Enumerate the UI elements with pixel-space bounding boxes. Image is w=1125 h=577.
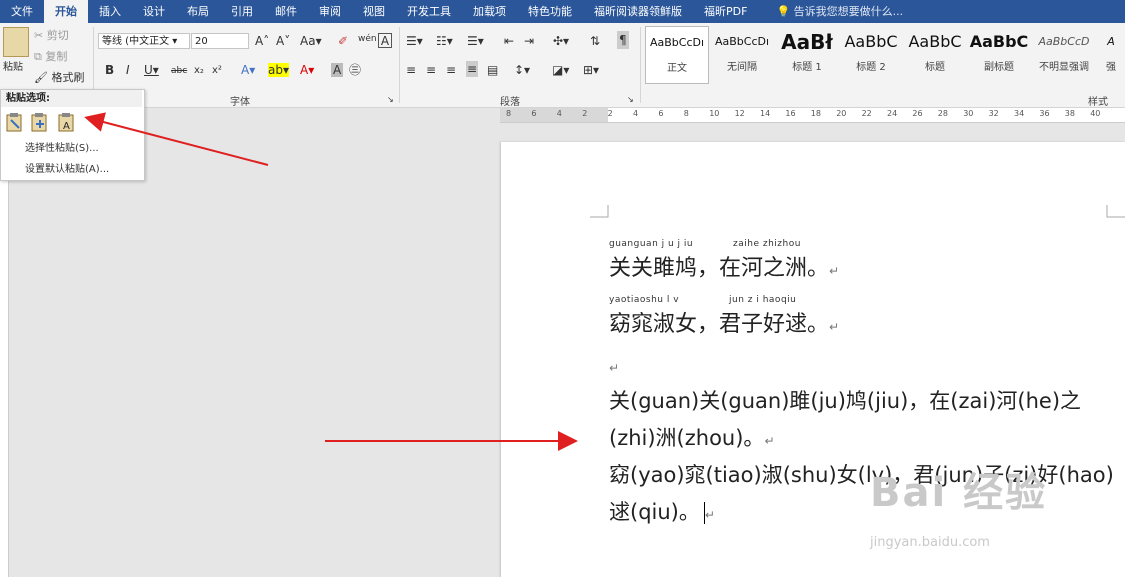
annotation-arrows <box>84 112 578 451</box>
arrow-to-paste-icon <box>84 112 269 166</box>
